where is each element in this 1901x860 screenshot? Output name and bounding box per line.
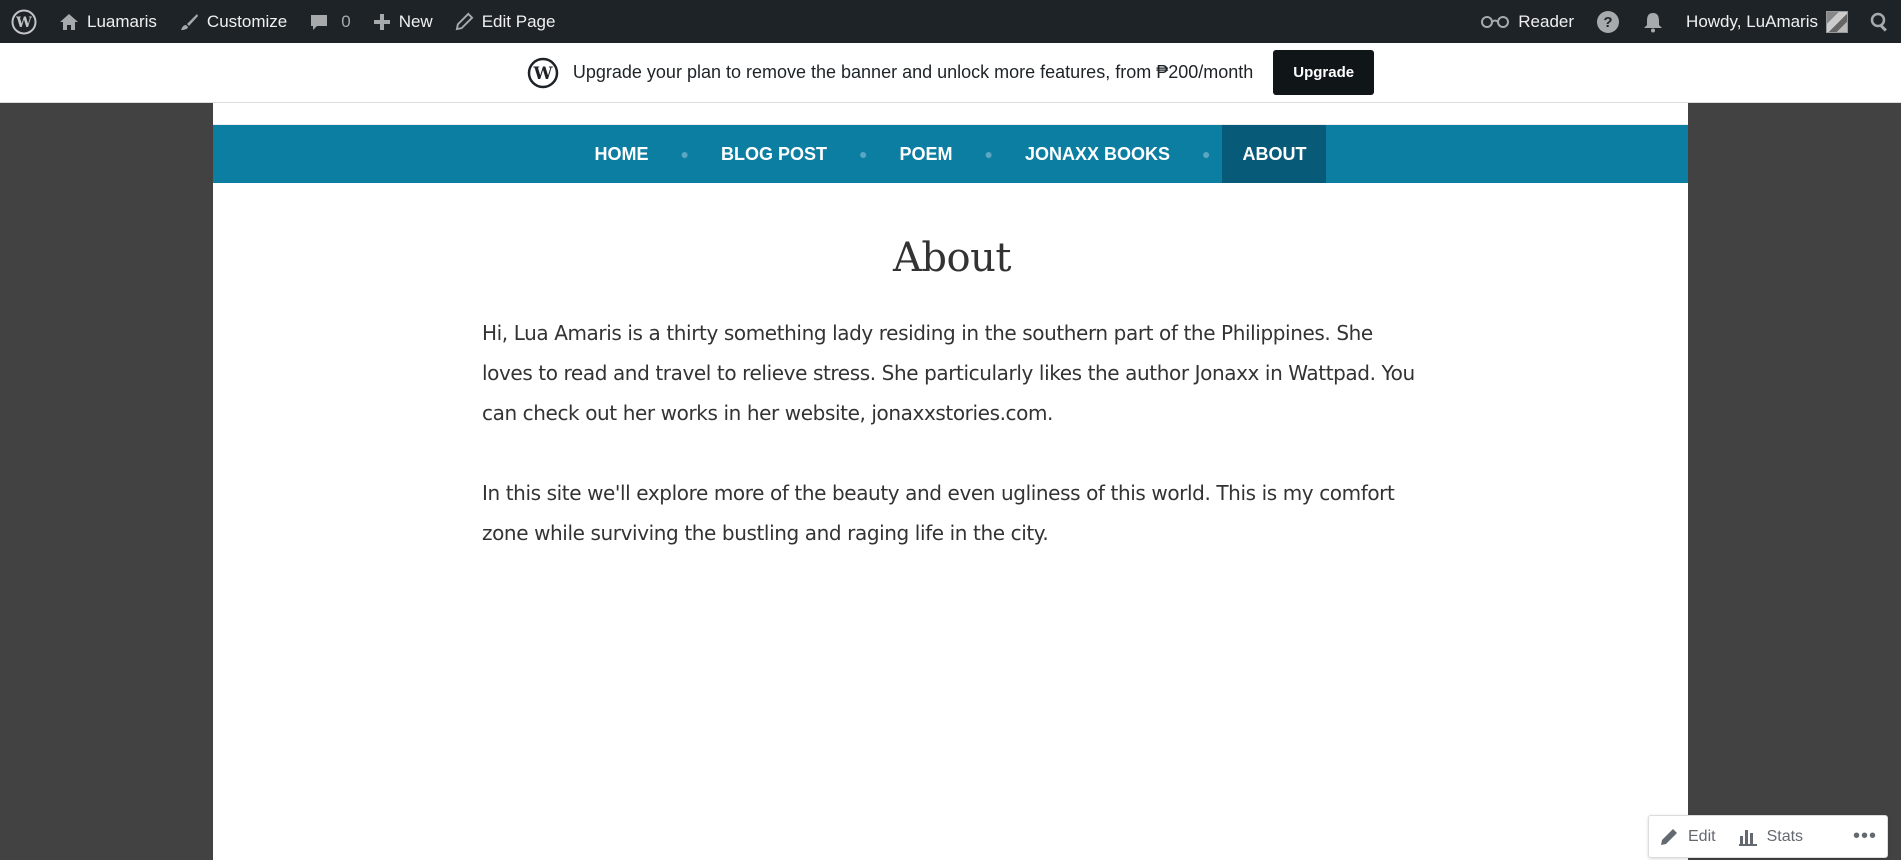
- search-icon: [1870, 12, 1887, 32]
- home-icon: [60, 13, 78, 30]
- stats-button[interactable]: Stats: [1738, 827, 1803, 847]
- nav-item-jonaxx-books[interactable]: JONAXX BOOKS: [1005, 125, 1190, 183]
- plus-icon: [373, 13, 390, 30]
- nav-item-poem[interactable]: POEM: [879, 125, 972, 183]
- nav-item-blog-post[interactable]: BLOG POST: [701, 125, 847, 183]
- bell-icon: [1644, 12, 1663, 32]
- wordpress-logo-icon: W: [11, 9, 37, 34]
- new-content-link[interactable]: New: [362, 0, 444, 43]
- edit-button[interactable]: Edit: [1659, 827, 1716, 847]
- help-icon: ?: [1597, 10, 1620, 33]
- primary-nav: HOME ● BLOG POST ● POEM ● JONAXX BOOKS ●…: [213, 125, 1688, 183]
- search-button[interactable]: [1859, 0, 1901, 43]
- upgrade-banner: W Upgrade your plan to remove the banner…: [0, 43, 1901, 103]
- svg-text:W: W: [15, 15, 32, 31]
- pencil-icon: [455, 12, 474, 31]
- upgrade-button[interactable]: Upgrade: [1273, 50, 1375, 95]
- brush-icon: [180, 13, 198, 30]
- comments-count: 0: [341, 11, 351, 31]
- nav-separator: ●: [1202, 146, 1211, 162]
- edit-label: Edit: [1688, 827, 1716, 845]
- admin-bar: W Luamaris Customize 0 New Edit Page Rea…: [0, 0, 1901, 43]
- page-content: About Hi, Lua Amaris is a thirty somethi…: [482, 235, 1422, 593]
- notifications-button[interactable]: [1631, 0, 1675, 43]
- floating-actions-bar: Edit Stats •••: [1648, 815, 1888, 858]
- page-title: About: [893, 235, 1011, 281]
- reader-label: Reader: [1518, 11, 1575, 31]
- help-button[interactable]: ?: [1585, 0, 1631, 43]
- site-name-label: Luamaris: [87, 11, 157, 31]
- stats-label: Stats: [1766, 827, 1804, 845]
- content-paragraph: In this site we'll explore more of the b…: [482, 481, 1395, 545]
- admin-bar-right: Reader ? Howdy, LuAmaris: [1469, 0, 1901, 43]
- avatar: [1826, 10, 1848, 33]
- admin-bar-left: W Luamaris Customize 0 New Edit Page: [0, 0, 566, 43]
- wordpress-logo-button[interactable]: W: [0, 0, 48, 43]
- svg-text:?: ?: [1603, 14, 1612, 31]
- content-paragraph: Hi, Lua Amaris is a thirty something lad…: [482, 321, 1415, 425]
- comment-bubble-icon: [311, 14, 328, 30]
- banner-text: Upgrade your plan to remove the banner a…: [572, 62, 1254, 82]
- more-options-button[interactable]: •••: [1853, 825, 1877, 848]
- reader-link[interactable]: Reader: [1469, 0, 1585, 43]
- new-label: New: [398, 11, 433, 31]
- customize-label: Customize: [206, 11, 288, 31]
- customize-link[interactable]: Customize: [168, 0, 298, 43]
- nav-item-about[interactable]: ABOUT: [1222, 125, 1327, 183]
- edit-page-link[interactable]: Edit Page: [444, 0, 567, 43]
- nav-separator: ●: [984, 146, 993, 162]
- wordpress-logo-icon: W: [527, 57, 559, 88]
- pencil-icon: [1661, 828, 1677, 845]
- svg-text:W: W: [532, 64, 553, 84]
- nav-separator: ●: [859, 146, 868, 162]
- glasses-icon: [1481, 15, 1510, 28]
- nav-separator: ●: [680, 146, 689, 162]
- edit-page-label: Edit Page: [481, 11, 556, 31]
- account-menu[interactable]: Howdy, LuAmaris: [1675, 0, 1859, 43]
- nav-item-home[interactable]: HOME: [575, 125, 669, 183]
- header-strip: [213, 103, 1688, 125]
- site-name-link[interactable]: Luamaris: [48, 0, 168, 43]
- comments-link[interactable]: 0: [298, 0, 361, 43]
- bar-chart-icon: [1738, 829, 1757, 846]
- howdy-greeting: Howdy, LuAmaris: [1686, 11, 1818, 31]
